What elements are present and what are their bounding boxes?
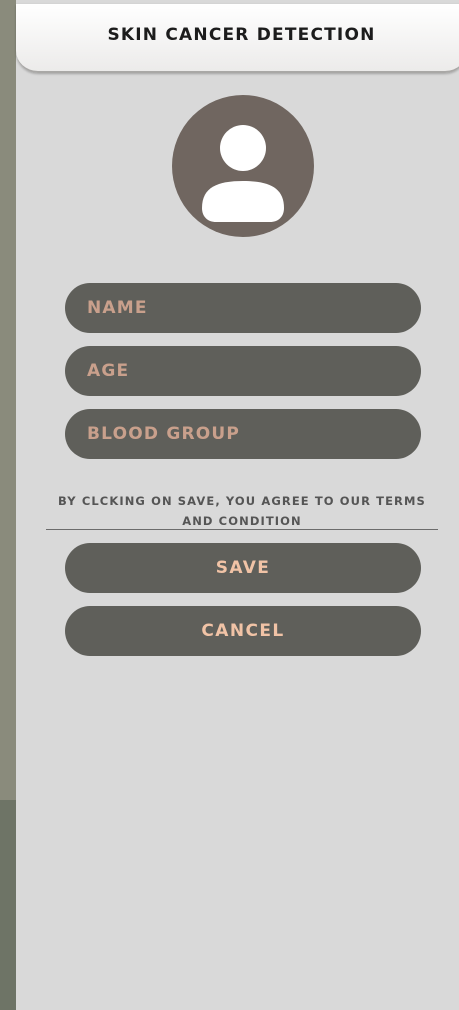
terms-notice: BY CLCKING ON SAVE, YOU AGREE TO OUR TER… (58, 494, 426, 528)
main-panel: SKIN CANCER DETECTION BY CLCKING ON SAVE… (16, 0, 459, 1010)
cancel-button[interactable]: CANCEL (65, 606, 421, 656)
divider (46, 529, 438, 530)
name-input[interactable] (65, 283, 421, 333)
blood-group-input[interactable] (65, 409, 421, 459)
app-header: SKIN CANCER DETECTION (16, 4, 459, 73)
user-icon (202, 125, 284, 222)
save-button[interactable]: SAVE (65, 543, 421, 593)
age-input[interactable] (65, 346, 421, 396)
app-title: SKIN CANCER DETECTION (107, 24, 376, 45)
profile-avatar[interactable] (172, 95, 314, 237)
